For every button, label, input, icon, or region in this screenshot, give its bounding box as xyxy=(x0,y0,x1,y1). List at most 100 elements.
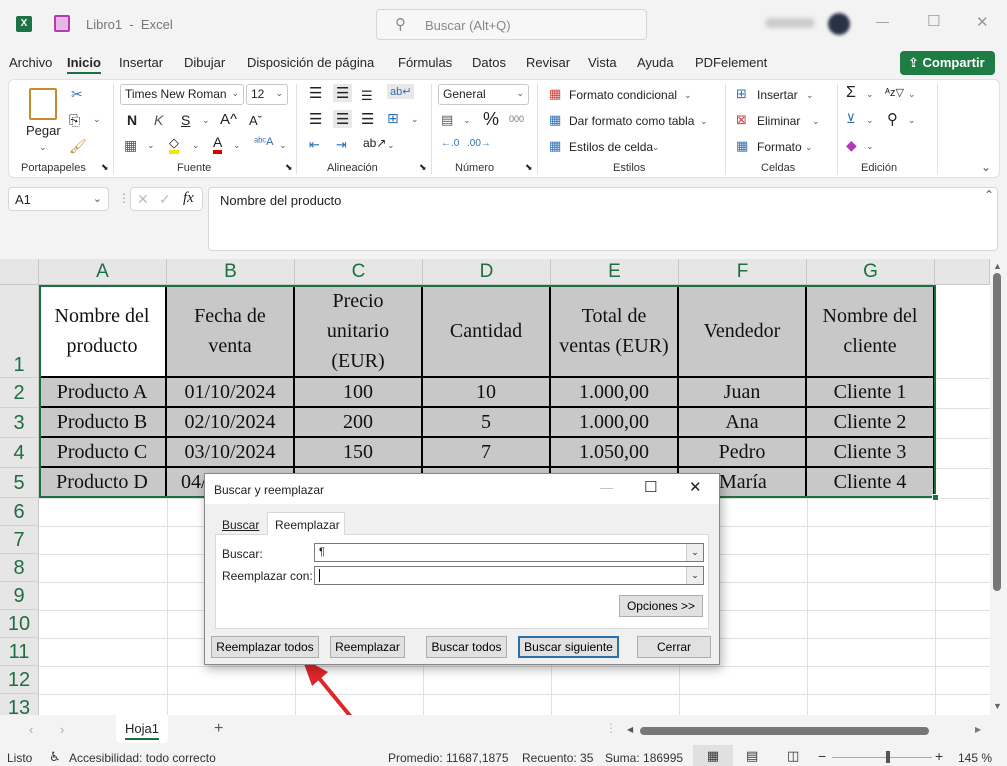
decrease-decimal-icon[interactable]: .00→ xyxy=(467,138,491,149)
close-dialog-button[interactable]: Cerrar xyxy=(637,636,711,658)
orientation-dropdown-icon[interactable]: ⌄ xyxy=(387,140,395,151)
column-header-g[interactable]: G xyxy=(807,259,935,285)
table-cell[interactable]: Juan xyxy=(679,378,807,408)
number-format-select[interactable]: General ⌄ xyxy=(438,84,529,105)
insert-function-button[interactable]: fx xyxy=(183,190,194,207)
sort-filter-icon[interactable]: ᴬᴢ▽ xyxy=(885,86,904,99)
header-cell[interactable]: Vendedor xyxy=(679,285,807,378)
replace-input[interactable]: ⌄ xyxy=(314,566,704,585)
prev-sheet-icon[interactable]: ‹ xyxy=(29,722,33,737)
find-input[interactable]: ¶ ⌄ xyxy=(314,543,704,562)
column-header-b[interactable]: B xyxy=(167,259,295,285)
orientation-icon[interactable]: ab↗ xyxy=(363,136,386,150)
table-cell[interactable]: Cliente 1 xyxy=(807,378,935,408)
table-cell[interactable]: Producto D xyxy=(39,468,167,498)
status-average[interactable]: Promedio: 11687,1875 xyxy=(388,751,509,765)
header-cell[interactable]: Total de ventas (EUR) xyxy=(551,285,679,378)
table-cell[interactable]: 1.000,00 xyxy=(551,408,679,438)
scroll-down-icon[interactable]: ▼ xyxy=(993,701,1002,711)
column-header-f[interactable]: F xyxy=(679,259,807,285)
column-header-h[interactable] xyxy=(935,259,990,285)
vertical-scrollbar-track[interactable]: ▲ ▼ xyxy=(990,259,1007,715)
dialog-maximize-button[interactable]: ☐ xyxy=(644,478,657,496)
dialog-close-button[interactable]: ✕ xyxy=(689,478,702,496)
merge-dropdown-icon[interactable]: ⌄ xyxy=(411,114,419,125)
align-middle-icon[interactable]: ☰ xyxy=(333,84,353,102)
table-cell[interactable]: 5 xyxy=(423,408,551,438)
align-left-icon[interactable]: ☰ xyxy=(309,110,322,128)
row-header-13[interactable]: 13 xyxy=(0,694,39,715)
row-header-4[interactable]: 4 xyxy=(0,438,39,468)
tab-buscar[interactable]: Buscar xyxy=(215,515,267,535)
text-effects-dropdown-icon[interactable]: ⌄ xyxy=(279,140,287,151)
clear-dropdown-icon[interactable]: ⌄ xyxy=(866,141,874,152)
paste-dropdown-icon[interactable]: ⌄ xyxy=(39,142,47,153)
status-count[interactable]: Recuento: 35 xyxy=(522,751,593,765)
text-effects-icon[interactable]: ᵃᵇᶜA xyxy=(254,136,273,148)
find-select-dropdown-icon[interactable]: ⌄ xyxy=(908,115,916,126)
cut-icon[interactable]: ✂ xyxy=(71,86,83,103)
align-bottom-icon[interactable]: ☰ xyxy=(361,88,373,104)
autosum-icon[interactable]: Σ xyxy=(846,84,856,102)
close-button[interactable]: ✕ xyxy=(976,13,989,31)
zoom-level[interactable]: 145 % xyxy=(958,751,992,765)
table-cell[interactable]: Producto B xyxy=(39,408,167,438)
table-cell[interactable]: 150 xyxy=(295,438,423,468)
table-cell[interactable]: Pedro xyxy=(679,438,807,468)
row-header-7[interactable]: 7 xyxy=(0,526,39,554)
replace-dropdown-icon[interactable]: ⌄ xyxy=(686,567,703,584)
align-right-icon[interactable]: ☰ xyxy=(361,110,374,128)
decrease-indent-icon[interactable]: ⇤ xyxy=(309,137,320,153)
save-icon[interactable] xyxy=(54,15,70,32)
fill-color-dropdown-icon[interactable]: ⌄ xyxy=(192,140,200,151)
dialog-titlebar[interactable]: Buscar y reemplazar — ☐ ✕ xyxy=(205,474,719,504)
copy-icon[interactable]: ⎘ xyxy=(69,112,80,129)
increase-decimal-icon[interactable]: ←.0 xyxy=(441,138,459,149)
dialog-launcher-icon[interactable]: ⬊ xyxy=(525,162,533,173)
normal-view-button[interactable]: ▦ xyxy=(693,745,733,766)
scroll-up-icon[interactable]: ▲ xyxy=(993,261,1002,271)
shrink-font-button[interactable]: Aˇ xyxy=(249,113,262,128)
paste-icon[interactable] xyxy=(29,88,57,120)
table-cell[interactable]: Ana xyxy=(679,408,807,438)
search-box[interactable]: ⚲ Buscar (Alt+Q) xyxy=(376,9,647,40)
add-sheet-button[interactable]: + xyxy=(214,720,223,738)
next-sheet-icon[interactable]: › xyxy=(60,722,64,737)
row-header-3[interactable]: 3 xyxy=(0,408,39,438)
insert-cells-button[interactable]: Insertar xyxy=(757,88,798,102)
tab-ayuda[interactable]: Ayuda xyxy=(637,55,674,70)
table-cell[interactable]: 03/10/2024 xyxy=(167,438,295,468)
zoom-in-button[interactable]: + xyxy=(935,748,943,764)
replace-button[interactable]: Reemplazar xyxy=(330,636,405,658)
font-size-select[interactable]: 12 ⌄ xyxy=(246,84,288,105)
formula-input[interactable]: Nombre del producto xyxy=(208,187,998,251)
find-dropdown-icon[interactable]: ⌄ xyxy=(686,544,703,561)
row-header-10[interactable]: 10 xyxy=(0,610,39,638)
table-cell[interactable]: Cliente 2 xyxy=(807,408,935,438)
table-cell[interactable]: 02/10/2024 xyxy=(167,408,295,438)
tab-formulas[interactable]: Fórmulas xyxy=(398,55,452,70)
tab-archivo[interactable]: Archivo xyxy=(9,55,52,70)
scroll-left-icon[interactable]: ◀ xyxy=(627,725,633,734)
row-header-8[interactable]: 8 xyxy=(0,554,39,582)
accounting-format-icon[interactable]: ▤ xyxy=(441,112,453,128)
share-button[interactable]: ⇪ Compartir xyxy=(900,51,995,75)
find-all-button[interactable]: Buscar todos xyxy=(426,636,507,658)
accessibility-status[interactable]: Accesibilidad: todo correcto xyxy=(69,751,216,765)
table-cell[interactable]: Producto A xyxy=(39,378,167,408)
row-header-9[interactable]: 9 xyxy=(0,582,39,610)
header-cell[interactable]: Nombre del cliente xyxy=(807,285,935,378)
underline-button[interactable]: S xyxy=(181,112,190,128)
accessibility-icon[interactable]: ♿ xyxy=(49,749,61,765)
fill-color-icon[interactable]: ◇ xyxy=(169,136,179,154)
status-sum[interactable]: Suma: 186995 xyxy=(605,751,683,765)
table-cell[interactable]: 1.050,00 xyxy=(551,438,679,468)
paste-button[interactable]: Pegar xyxy=(26,123,61,138)
cell-styles-button[interactable]: Estilos de celda xyxy=(569,140,653,154)
table-cell[interactable]: 1.000,00 xyxy=(551,378,679,408)
fill-handle[interactable] xyxy=(932,494,939,501)
align-center-icon[interactable]: ☰ xyxy=(333,110,353,128)
format-painter-icon[interactable]: 🖌 xyxy=(69,138,87,155)
clear-icon[interactable]: ◆ xyxy=(846,137,857,154)
header-cell[interactable]: Nombre del producto xyxy=(39,285,167,378)
